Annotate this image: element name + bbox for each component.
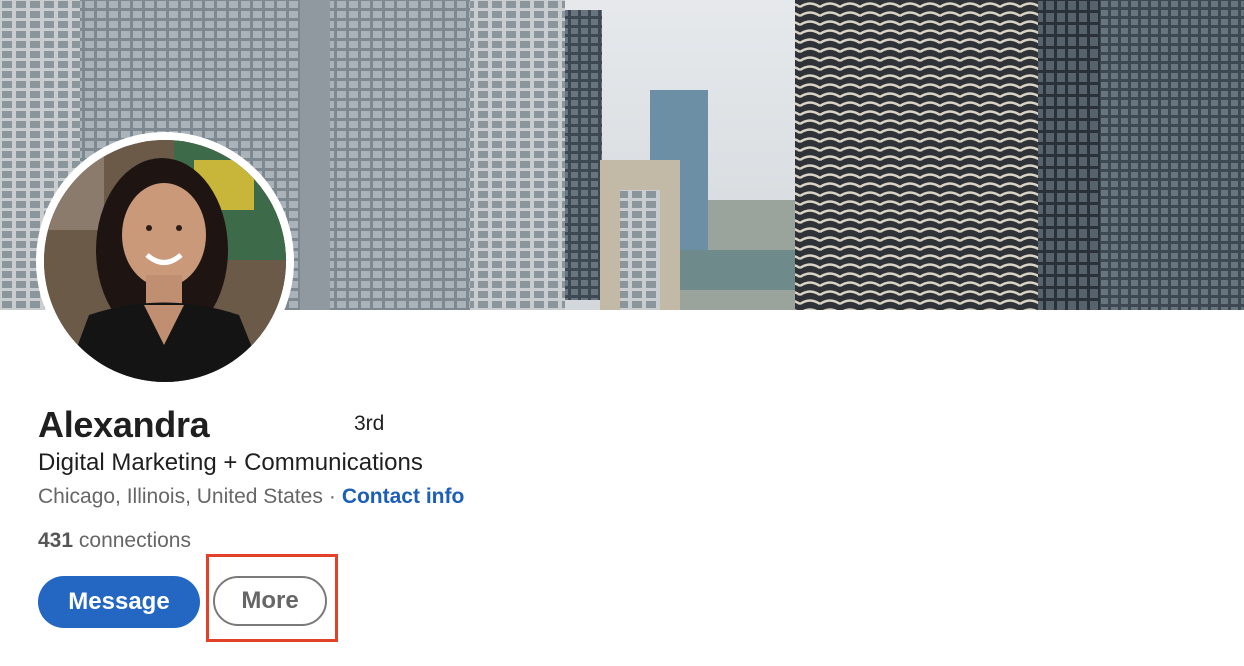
message-button[interactable]: Message xyxy=(38,576,200,628)
contact-info-link[interactable]: Contact info xyxy=(342,485,464,508)
connection-degree: 3rd xyxy=(354,412,385,435)
connections-count: 431 xyxy=(38,529,74,552)
connections-label: connections xyxy=(78,529,191,552)
profile-card: Alexandra 3rd Digital Marketing + Commun… xyxy=(0,0,1244,666)
connections-count-row: 431 connections xyxy=(38,529,191,553)
more-button[interactable]: More xyxy=(213,576,327,626)
profile-name: Alexandra xyxy=(38,404,210,445)
profile-headline: Digital Marketing + Communications xyxy=(38,449,423,476)
profile-location: Chicago, Illinois, United States xyxy=(38,485,323,508)
location-row: Chicago, Illinois, United States · Contact… xyxy=(38,485,464,509)
profile-avatar[interactable] xyxy=(44,140,286,382)
separator: · xyxy=(328,485,336,508)
